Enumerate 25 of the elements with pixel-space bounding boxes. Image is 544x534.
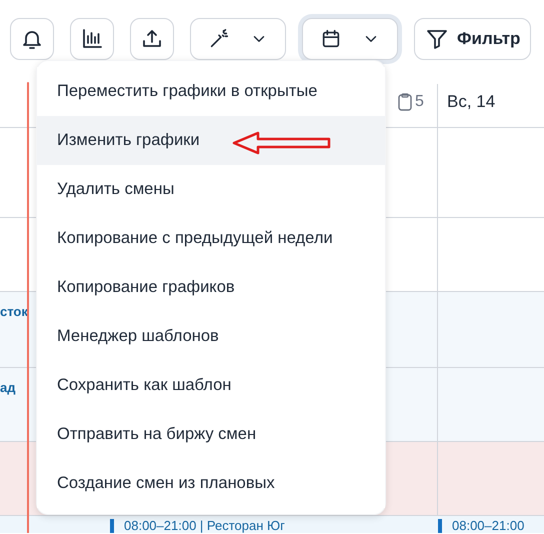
menu-item[interactable]: Изменить графики — [37, 116, 385, 165]
menu-item[interactable]: Создание смен из плановых — [37, 459, 385, 508]
count-label: 5 — [415, 92, 424, 112]
menu-item[interactable]: Сохранить как шаблон — [37, 361, 385, 410]
menu-item[interactable]: Удалить смены — [37, 165, 385, 214]
shift-label: 08:00–21:00 | Ресторан Юг — [110, 519, 285, 533]
filter-button[interactable]: Фильтр — [414, 18, 532, 60]
day-header: Вс, 14 — [447, 90, 496, 113]
arrow-icon — [232, 131, 332, 155]
shift-label: 08:00–21:00 — [438, 519, 524, 533]
menu-item[interactable]: Отправить на биржу смен — [37, 410, 385, 459]
menu-item[interactable]: Менеджер шаблонов — [37, 312, 385, 361]
filter-icon — [425, 27, 449, 51]
magic-wand-icon — [208, 28, 230, 50]
menu-item[interactable]: Копирование с предыдущей недели — [37, 214, 385, 263]
icon-button[interactable] — [130, 18, 174, 60]
icon-button[interactable] — [70, 18, 114, 60]
shift-label: ад — [0, 379, 16, 397]
bar-chart-icon — [80, 27, 104, 51]
icon-button[interactable] — [10, 18, 54, 60]
menu-item[interactable]: Копирование графиков — [37, 263, 385, 312]
calendar-icon — [320, 28, 342, 50]
clipboard-icon — [398, 92, 412, 110]
menu-item[interactable]: Переместить графики в открытые — [37, 67, 385, 116]
shift-label: сток — [0, 303, 28, 321]
